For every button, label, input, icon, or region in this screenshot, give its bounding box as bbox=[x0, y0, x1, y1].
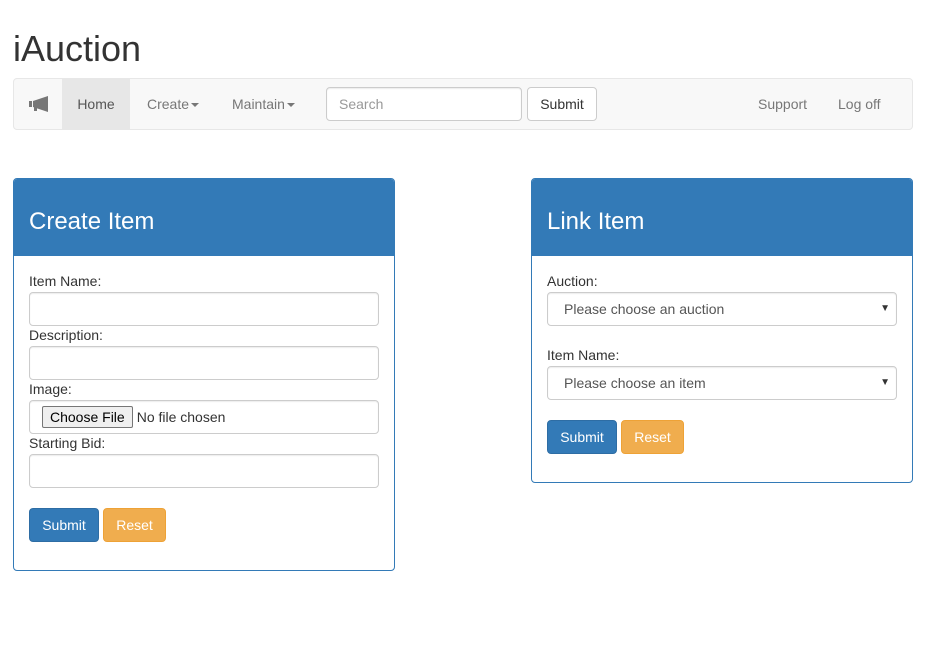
create-reset-button[interactable]: Reset bbox=[103, 508, 166, 542]
navbar: Home Create Maintain Submit Support Log … bbox=[13, 78, 913, 130]
create-submit-button[interactable]: Submit bbox=[29, 508, 99, 542]
auction-selected-value: Please choose an auction bbox=[564, 301, 725, 317]
starting-bid-field[interactable] bbox=[29, 454, 379, 488]
starting-bid-label: Starting Bid: bbox=[29, 435, 106, 451]
nav-create-dropdown[interactable]: Create bbox=[147, 79, 200, 129]
dropdown-arrow-icon: ▼ bbox=[880, 303, 890, 314]
nav-maintain-dropdown[interactable]: Maintain bbox=[232, 79, 295, 129]
create-item-panel: Create Item Item Name: Description: Imag… bbox=[13, 178, 395, 571]
link-item-title: Link Item bbox=[547, 208, 645, 235]
nav-support[interactable]: Support bbox=[758, 79, 807, 129]
auction-label: Auction: bbox=[547, 273, 598, 289]
item-name-field[interactable] bbox=[29, 292, 379, 326]
link-item-heading: Link Item bbox=[532, 179, 912, 256]
item-name-label: Item Name: bbox=[29, 273, 102, 289]
app-title: iAuction bbox=[13, 28, 142, 69]
description-label: Description: bbox=[29, 327, 103, 343]
create-item-title: Create Item bbox=[29, 208, 155, 235]
nav-maintain-label: Maintain bbox=[232, 96, 285, 112]
choose-file-button[interactable]: Choose File bbox=[42, 406, 133, 428]
nav-home[interactable]: Home bbox=[62, 79, 130, 129]
auction-select[interactable]: Please choose an auction ▼ bbox=[547, 292, 897, 326]
file-status-text: No file chosen bbox=[136, 409, 226, 425]
image-label: Image: bbox=[29, 381, 72, 397]
search-input[interactable] bbox=[326, 87, 522, 121]
create-item-heading: Create Item bbox=[14, 179, 394, 256]
search-submit-button[interactable]: Submit bbox=[527, 87, 597, 121]
nav-create-label: Create bbox=[147, 96, 190, 112]
item-selected-value: Please choose an item bbox=[564, 375, 706, 391]
link-item-name-label: Item Name: bbox=[547, 347, 620, 363]
link-reset-button[interactable]: Reset bbox=[621, 420, 684, 454]
caret-down-icon bbox=[286, 103, 295, 108]
nav-logoff[interactable]: Log off bbox=[838, 79, 881, 129]
image-file-input[interactable]: Choose File No file chosen bbox=[29, 400, 379, 434]
link-submit-button[interactable]: Submit bbox=[547, 420, 617, 454]
megaphone-icon[interactable] bbox=[28, 96, 52, 112]
caret-down-icon bbox=[191, 103, 200, 108]
dropdown-arrow-icon: ▼ bbox=[880, 377, 890, 388]
description-field[interactable] bbox=[29, 346, 379, 380]
item-select[interactable]: Please choose an item ▼ bbox=[547, 366, 897, 400]
link-item-panel: Link Item Auction: Please choose an auct… bbox=[531, 178, 913, 483]
